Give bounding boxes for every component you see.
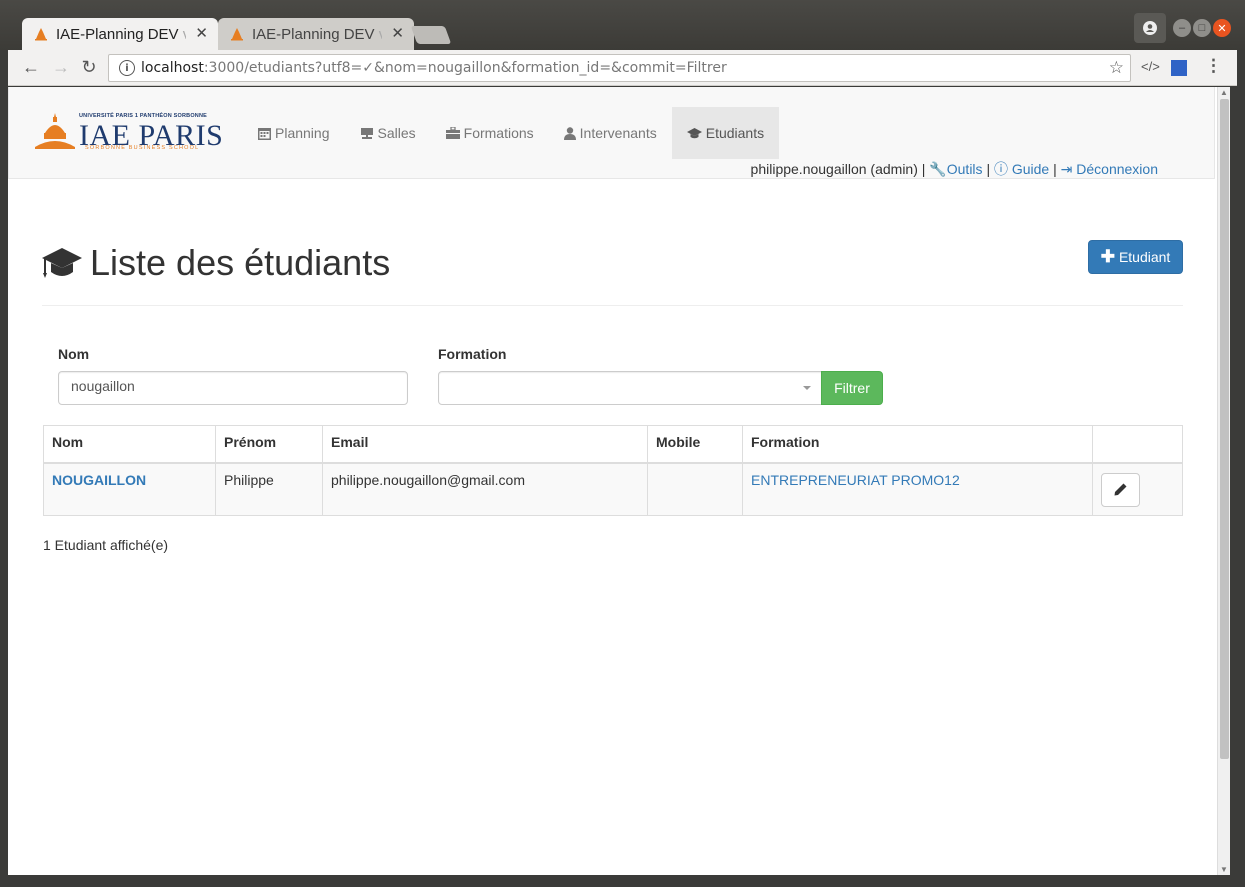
student-firstname: Philippe bbox=[215, 462, 323, 516]
nav-item-planning[interactable]: Planning bbox=[243, 107, 345, 159]
info-circle-icon: ⓘ bbox=[993, 161, 1008, 177]
separator: | bbox=[986, 161, 991, 177]
filter-button[interactable]: Filtrer bbox=[821, 371, 883, 405]
new-tab-button[interactable] bbox=[410, 26, 452, 44]
results-count: 1 Etudiant affiché(e) bbox=[43, 537, 169, 553]
col-nom[interactable]: Nom bbox=[43, 425, 216, 464]
col-actions bbox=[1092, 425, 1183, 464]
reload-icon[interactable]: ↻ bbox=[78, 57, 100, 78]
bookmark-star-icon[interactable]: ☆ bbox=[1109, 58, 1124, 78]
nav-label: Intervenants bbox=[579, 125, 657, 141]
page-viewport: UNIVERSITÉ PARIS 1 PANTHÉON SORBONNE IAE… bbox=[8, 87, 1217, 875]
close-window-icon[interactable]: ✕ bbox=[1213, 19, 1231, 37]
back-arrow-icon[interactable]: ← bbox=[20, 57, 42, 78]
browser-tab-active[interactable]: IAE-Planning DEV v ✕ bbox=[22, 18, 218, 50]
table-row: NOUGAILLON Philippe philippe.nougaillon@… bbox=[43, 462, 1183, 516]
favicon-icon bbox=[230, 27, 244, 41]
pencil-icon bbox=[1114, 483, 1127, 496]
nom-input[interactable]: nougaillon bbox=[58, 371, 408, 405]
nav-item-etudiants[interactable]: Etudiants bbox=[671, 107, 780, 159]
tools-link[interactable]: 🔧Outils bbox=[929, 161, 982, 177]
iae-paris-logo[interactable]: UNIVERSITÉ PARIS 1 PANTHÉON SORBONNE IAE… bbox=[35, 107, 223, 153]
easel-icon bbox=[360, 127, 374, 140]
user-name: philippe.nougaillon (admin) bbox=[750, 161, 918, 177]
separator: | bbox=[921, 161, 926, 177]
student-email: philippe.nougaillon@gmail.com bbox=[322, 462, 648, 516]
col-email[interactable]: Email bbox=[322, 425, 648, 464]
browser-toolbar: ← → ↻ i localhost:3000/etudiants?utf8=✓&… bbox=[8, 50, 1237, 86]
brand-tagline: SORBONNE BUSINESS SCHOOL bbox=[85, 145, 200, 151]
favicon-icon bbox=[34, 27, 48, 41]
tab-title-fade: v bbox=[179, 26, 186, 43]
calendar-icon bbox=[258, 127, 271, 140]
nav-item-salles[interactable]: Salles bbox=[345, 107, 431, 159]
guide-link[interactable]: ⓘ Guide bbox=[994, 161, 1049, 177]
scroll-down-icon[interactable]: ▼ bbox=[1220, 865, 1228, 874]
user-icon bbox=[563, 126, 576, 140]
edit-button[interactable] bbox=[1101, 472, 1140, 507]
add-student-button[interactable]: ✚ Etudiant bbox=[1088, 240, 1183, 274]
user-menu: philippe.nougaillon (admin) | 🔧Outils | … bbox=[751, 159, 1158, 179]
code-extension-icon[interactable]: </> bbox=[1141, 59, 1160, 74]
col-prenom[interactable]: Prénom bbox=[215, 425, 323, 464]
col-formation[interactable]: Formation bbox=[742, 425, 1093, 464]
formation-select[interactable] bbox=[438, 371, 822, 405]
student-name-link[interactable]: NOUGAILLON bbox=[52, 472, 146, 488]
tab-title: IAE-Planning DEV bbox=[252, 25, 375, 43]
tab-close-icon[interactable]: ✕ bbox=[391, 24, 404, 42]
student-formation-link[interactable]: ENTREPRENEURIAT PROMO12 bbox=[751, 472, 960, 488]
browser-tab-inactive[interactable]: IAE-Planning DEV v ✕ bbox=[218, 18, 414, 50]
address-bar[interactable]: i localhost:3000/etudiants?utf8=✓&nom=no… bbox=[108, 54, 1131, 82]
page-title: Liste des étudiants bbox=[42, 242, 390, 284]
maximize-icon[interactable]: □ bbox=[1193, 19, 1211, 37]
wrench-icon: 🔧 bbox=[929, 161, 947, 177]
tab-close-icon[interactable]: ✕ bbox=[195, 24, 208, 42]
add-student-label: Etudiant bbox=[1118, 249, 1171, 265]
graduation-cap-icon bbox=[42, 248, 82, 278]
page-scrollbar[interactable]: ▲ ▼ bbox=[1217, 87, 1230, 875]
tab-title-fade: v bbox=[375, 26, 382, 43]
site-info-icon[interactable]: i bbox=[119, 60, 135, 76]
scroll-up-icon[interactable]: ▲ bbox=[1220, 88, 1228, 97]
plus-icon: ✚ bbox=[1100, 247, 1115, 266]
nav-label: Planning bbox=[275, 125, 330, 141]
briefcase-icon bbox=[445, 127, 460, 139]
graduation-cap-icon bbox=[686, 127, 702, 139]
app-navbar: UNIVERSITÉ PARIS 1 PANTHÉON SORBONNE IAE… bbox=[8, 87, 1215, 179]
chevron-down-icon bbox=[803, 386, 811, 390]
main-nav: Planning Salles Formations Intervenants … bbox=[243, 107, 780, 159]
nom-label: Nom bbox=[58, 346, 90, 362]
minimize-icon[interactable]: – bbox=[1173, 19, 1191, 37]
page-title-text: Liste des étudiants bbox=[90, 242, 391, 283]
dome-icon bbox=[35, 113, 75, 149]
browser-titlebar: IAE-Planning DEV v ✕ IAE-Planning DEV v … bbox=[0, 0, 1245, 50]
forward-arrow-icon[interactable]: → bbox=[50, 57, 72, 78]
profile-button[interactable] bbox=[1134, 13, 1166, 43]
logout-icon: ⇥ bbox=[1060, 161, 1073, 177]
nav-label: Etudiants bbox=[705, 125, 765, 141]
url-path: :3000/etudiants?utf8=✓&nom=nougaillon&fo… bbox=[203, 60, 727, 76]
nav-label: Salles bbox=[377, 125, 416, 141]
extension-icon[interactable] bbox=[1171, 60, 1187, 76]
tab-title: IAE-Planning DEV bbox=[56, 25, 179, 43]
browser-menu-icon[interactable]: ⋮ bbox=[1205, 56, 1222, 76]
logout-link[interactable]: ⇥ Déconnexion bbox=[1061, 161, 1158, 177]
formation-label: Formation bbox=[438, 346, 507, 362]
separator: | bbox=[1053, 161, 1057, 177]
profile-icon bbox=[1143, 21, 1157, 35]
page-header: Liste des étudiants ✚ Etudiant bbox=[42, 237, 1183, 306]
nav-label: Formations bbox=[463, 125, 534, 141]
nav-item-intervenants[interactable]: Intervenants bbox=[549, 107, 672, 159]
browser-window: IAE-Planning DEV v ✕ IAE-Planning DEV v … bbox=[0, 0, 1245, 887]
table-header-row: Nom Prénom Email Mobile Formation bbox=[43, 425, 1183, 464]
student-mobile bbox=[647, 462, 743, 516]
url-host: localhost bbox=[141, 60, 204, 76]
nav-item-formations[interactable]: Formations bbox=[431, 107, 549, 159]
col-mobile[interactable]: Mobile bbox=[647, 425, 743, 464]
scrollbar-thumb[interactable] bbox=[1220, 99, 1229, 759]
students-table: Nom Prénom Email Mobile Formation NOUGAI… bbox=[43, 425, 1183, 516]
